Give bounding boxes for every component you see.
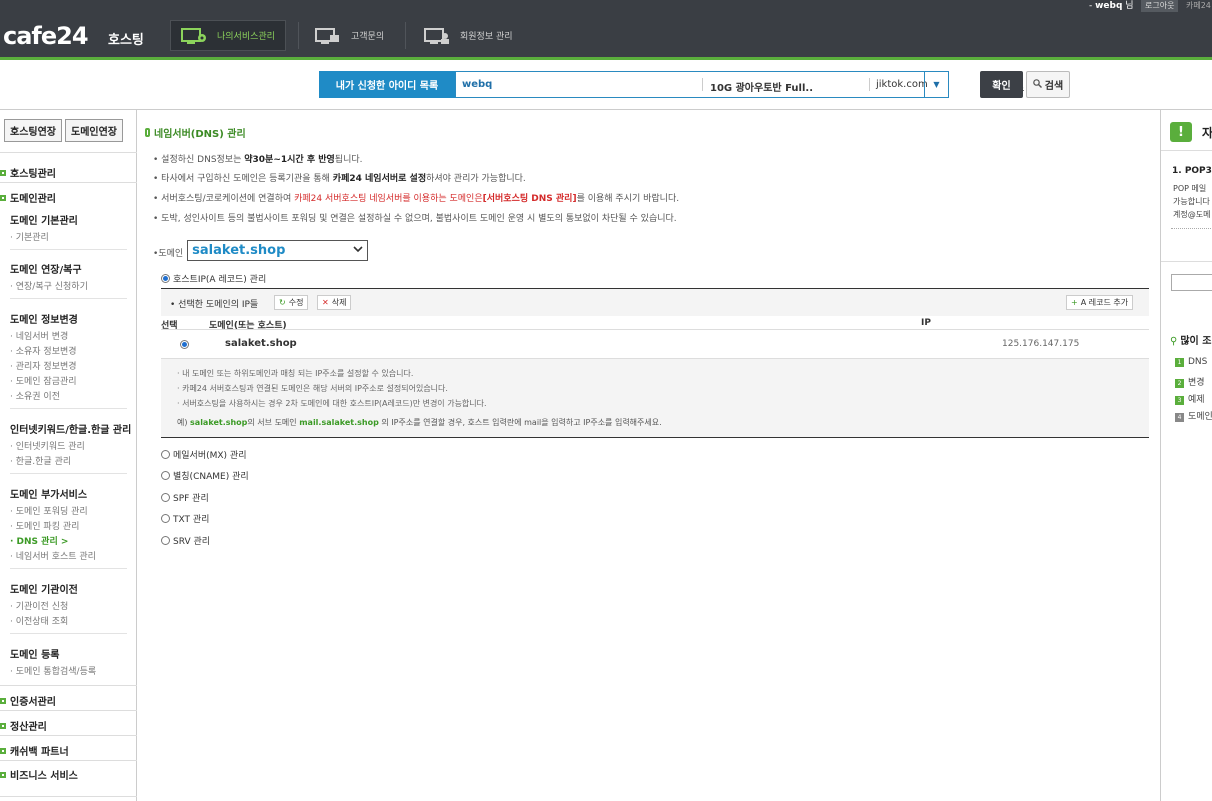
sidebar-group-addon[interactable]: 도메인 부가서비스: [10, 486, 87, 501]
radio-mx[interactable]: 메일서버(MX) 관리: [161, 448, 247, 461]
plus-icon: +: [1071, 298, 1078, 307]
notice-line-4: • 도박, 성인사이트 등의 불법사이트 포워딩 및 연결은 설정하실 수 없으…: [153, 214, 677, 224]
sidebar-item-ownership-transfer[interactable]: · 소유권 이전: [10, 389, 60, 402]
domain-row: • 도메인 salaket.shop: [153, 240, 369, 261]
sidebar-item-domain-lock[interactable]: · 도메인 잠금관리: [10, 374, 77, 387]
sidebar-item-transfer-status[interactable]: · 이전상태 조회: [10, 614, 68, 627]
global-nav: cafe24 호스팅 나의서비스관리 고객문의 회원정보 관리: [0, 14, 1212, 57]
sidebar-item-transfer-request[interactable]: · 기관이전 신청: [10, 599, 68, 612]
notice-line-3: • 서버호스팅/코로케이션에 연결하여 카페24 서버호스팅 네임서버를 이용하…: [153, 194, 680, 204]
row-domain: salaket.shop: [225, 338, 297, 349]
radio-txt[interactable]: TXT 관리: [161, 512, 209, 525]
cafe24-link[interactable]: 카페24: [1186, 0, 1211, 12]
radio-spf[interactable]: SPF 관리: [161, 491, 209, 504]
delete-button[interactable]: ✕ 삭제: [317, 295, 352, 310]
confirm-button[interactable]: 확인: [980, 71, 1023, 98]
sidebar-item-business[interactable]: 비즈니스 서비스: [0, 767, 78, 782]
search-icon: ⚲: [1170, 336, 1178, 347]
sidebar-group-domain-basic[interactable]: 도메인 기본관리: [10, 212, 78, 227]
sidebar-item-nameserver-host[interactable]: · 네임서버 호스트 관리: [10, 549, 96, 562]
account-search-bar: 내가 신청한 아이디 목록 webq 10G 광아우토반 Full.. jikt…: [319, 71, 1024, 98]
page-title: 네임서버(DNS) 관리: [145, 125, 246, 140]
sidebar-item-cashback[interactable]: 캐쉬백 파트너: [0, 743, 69, 758]
hosting-extend-button[interactable]: 호스팅연장: [4, 119, 62, 142]
account-select[interactable]: webq 10G 광아우토반 Full.. jiktok.com 만료 ▼: [455, 71, 1024, 98]
sidebar-item-domain[interactable]: 도메인관리: [0, 190, 56, 205]
domain-select[interactable]: salaket.shop: [187, 240, 369, 261]
alert-icon: !: [1170, 122, 1192, 142]
right-panel: ! 자 1. POP3 POP 메일 가능합니다 계정@도메 ⚲ 많이 조 1 DN…: [1160, 110, 1212, 801]
sidebar-group-domain-extend[interactable]: 도메인 연장/복구: [10, 261, 82, 276]
radio-cname[interactable]: 별칭(CNAME) 관리: [161, 469, 249, 482]
right-search-input[interactable]: [1171, 274, 1212, 291]
notice-line-1: • 설정하신 DNS정보는 약30분~1시간 후 반영됩니다.: [153, 155, 363, 165]
account-list-label: 내가 신청한 아이디 목록: [319, 71, 455, 98]
tab-customer-inquiry[interactable]: 고객문의: [305, 20, 400, 51]
tab-my-service[interactable]: 나의서비스관리: [170, 20, 286, 51]
sidebar-item-owner-change[interactable]: · 소유자 정보변경: [10, 344, 77, 357]
sidebar-item-hosting[interactable]: 호스팅관리: [0, 165, 56, 180]
a-record-panel: • 선택한 도메인의 IP들 ↻ 수정 ✕ 삭제 + A 레코드 추가 선택 도메인(…: [161, 288, 1149, 438]
tab-member-info[interactable]: 회원정보 관리: [414, 20, 524, 51]
sidebar-item-billing[interactable]: 정산관리: [0, 718, 47, 733]
sidebar-item-parking[interactable]: · 도메인 파킹 관리: [10, 519, 79, 532]
user-greeting: - webq 님: [1089, 1, 1134, 11]
close-icon: ✕: [322, 298, 329, 307]
sidebar-group-transfer[interactable]: 도메인 기관이전: [10, 581, 78, 596]
col-ip: IP: [921, 318, 931, 328]
server-hosting-dns-link[interactable]: [서버호스팅 DNS 관리]: [483, 194, 577, 204]
left-sidebar: 호스팅연장 도메인연장 호스팅관리 도메인관리 도메인 기본관리 · 기본관리 …: [0, 110, 137, 801]
monitor-gear-icon: [181, 27, 207, 45]
search-icon: [1032, 78, 1042, 91]
top-strip: - webq 님 로그아웃 카페24: [0, 0, 1212, 14]
sidebar-item-keyword[interactable]: · 인터넷키워드 관리: [10, 439, 85, 452]
sidebar-item-search-register[interactable]: · 도메인 통합검색/등록: [10, 664, 96, 677]
popular-item-2[interactable]: 2 변경: [1175, 375, 1205, 388]
sidebar-item-extend-request[interactable]: · 연장/복구 신청하기: [10, 279, 88, 292]
popular-item-1[interactable]: 1 DNS: [1175, 357, 1207, 367]
cafe24-logo[interactable]: cafe24: [3, 22, 89, 50]
logout-button[interactable]: 로그아웃: [1141, 0, 1179, 12]
sidebar-item-basic[interactable]: · 기본관리: [10, 230, 49, 243]
chevron-down-icon: [353, 245, 363, 256]
search-button[interactable]: 검색: [1026, 71, 1070, 98]
sidebar-item-admin-change[interactable]: · 관리자 정보변경: [10, 359, 77, 372]
radio-a-record[interactable]: 호스트IP(A 레코드) 관리: [161, 272, 266, 285]
info-box: · 내 도메인 또는 하위도메인과 매칭 되는 IP주소를 설정할 수 있습니다…: [161, 358, 1149, 437]
sidebar-group-keyword[interactable]: 인터넷키워드/한글.한글 관리: [10, 421, 131, 436]
domain-label: 도메인: [158, 249, 184, 259]
selected-domain-ips-label: • 선택한 도메인의 IP들: [170, 300, 259, 310]
popular-item-3[interactable]: 3 예제: [1175, 392, 1205, 405]
monitor-user-icon: [424, 27, 450, 45]
refresh-icon: ↻: [279, 298, 286, 307]
row-select-radio[interactable]: [180, 340, 192, 349]
popular-item-4[interactable]: 4 도메인: [1175, 409, 1212, 422]
popular-title: ⚲ 많이 조: [1170, 336, 1212, 347]
hosting-logo-label: 호스팅: [108, 33, 144, 48]
add-a-record-button[interactable]: + A 레코드 추가: [1066, 295, 1134, 310]
sidebar-item-forwarding[interactable]: · 도메인 포워딩 관리: [10, 504, 88, 517]
edit-button[interactable]: ↻ 수정: [274, 295, 309, 310]
notice-line-2: • 타사에서 구입하신 도메인은 등록기관을 통해 카페24 네임서버로 설정하…: [153, 174, 526, 184]
sidebar-item-nameserver-change[interactable]: · 네임서버 변경: [10, 329, 68, 342]
sidebar-item-dns[interactable]: · DNS 관리 >: [10, 534, 68, 547]
row-ip: 125.176.147.175: [1002, 339, 1080, 349]
chevron-down-icon[interactable]: ▼: [924, 72, 948, 97]
monitor-chat-icon: [315, 27, 341, 45]
sidebar-item-cert[interactable]: 인증서관리: [0, 693, 56, 708]
sidebar-group-register[interactable]: 도메인 등록: [10, 646, 59, 661]
sidebar-item-korean[interactable]: · 한글.한글 관리: [10, 454, 71, 467]
domain-extend-button[interactable]: 도메인연장: [65, 119, 123, 142]
radio-srv[interactable]: SRV 관리: [161, 534, 210, 547]
sidebar-group-domain-info[interactable]: 도메인 정보변경: [10, 311, 78, 326]
faq-question[interactable]: 1. POP3: [1172, 166, 1212, 176]
